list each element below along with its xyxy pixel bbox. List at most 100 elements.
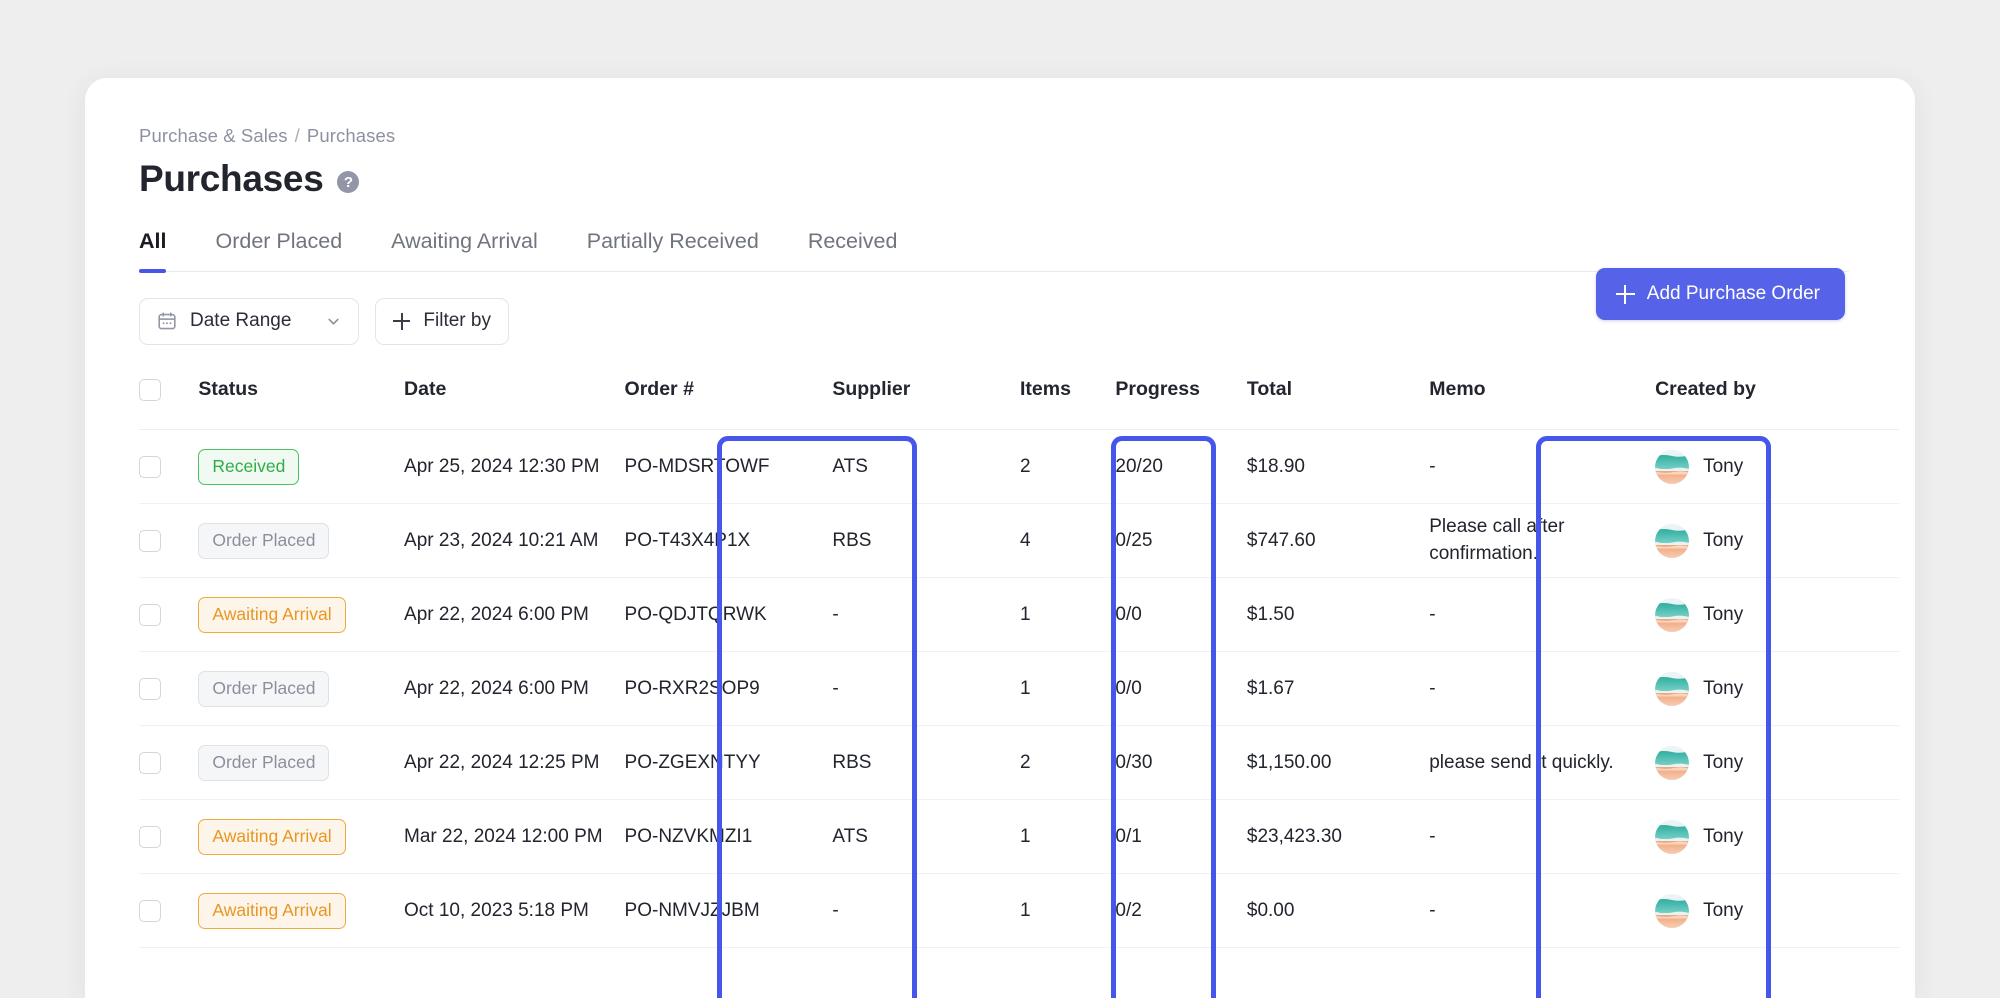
beach-avatar-image [1655, 524, 1689, 558]
author-name: Tony [1703, 900, 1743, 922]
cell-supplier: - [832, 652, 1020, 726]
table-row[interactable]: Order PlacedApr 22, 2024 12:25 PMPO-ZGEX… [139, 726, 1899, 800]
cell-memo: - [1429, 578, 1655, 652]
page-title: Purchases [139, 160, 323, 199]
cell-total: $0.00 [1247, 874, 1429, 948]
cell-memo: - [1429, 652, 1655, 726]
cell-status: Awaiting Arrival [198, 874, 404, 948]
purchases-table: Status Date Order # Supplier Items Progr… [139, 372, 1899, 949]
chevron-down-icon [326, 314, 341, 329]
cell-memo: please send it quickly. [1429, 726, 1655, 800]
author: Tony [1655, 894, 1899, 928]
tab-awaiting-arrival[interactable]: Awaiting Arrival [391, 229, 538, 271]
cell-created-by: Tony [1655, 430, 1899, 504]
cell-memo: - [1429, 430, 1655, 504]
cell-date: Apr 22, 2024 6:00 PM [404, 578, 625, 652]
page-header: Purchases ? [139, 160, 1915, 199]
row-checkbox[interactable] [139, 826, 161, 848]
tab-order-placed[interactable]: Order Placed [215, 229, 342, 271]
header-date[interactable]: Date [404, 372, 625, 430]
row-select-cell [139, 430, 198, 504]
cell-supplier: RBS [832, 504, 1020, 578]
cell-progress: 0/30 [1115, 726, 1246, 800]
cell-date: Mar 22, 2024 12:00 PM [404, 800, 625, 874]
cell-status: Order Placed [198, 726, 404, 800]
cell-items: 1 [1020, 800, 1115, 874]
author: Tony [1655, 820, 1899, 854]
status-badge: Order Placed [198, 745, 329, 781]
cell-date: Oct 10, 2023 5:18 PM [404, 874, 625, 948]
avatar [1655, 524, 1689, 558]
cell-progress: 0/2 [1115, 874, 1246, 948]
breadcrumb-current[interactable]: Purchases [307, 125, 395, 146]
cell-status: Order Placed [198, 652, 404, 726]
tab-received-label: Received [808, 229, 898, 253]
cell-order[interactable]: PO-T43X4P1X [625, 504, 833, 578]
breadcrumb-separator: / [295, 125, 300, 146]
status-badge: Awaiting Arrival [198, 597, 345, 633]
tab-all[interactable]: All [139, 229, 166, 271]
status-tabs: All Order Placed Awaiting Arrival Partia… [139, 229, 1849, 272]
table-body: ReceivedApr 25, 2024 12:30 PMPO-MDSRTOWF… [139, 430, 1899, 948]
row-checkbox[interactable] [139, 456, 161, 478]
row-checkbox[interactable] [139, 604, 161, 626]
date-range-label: Date Range [190, 310, 291, 332]
header-progress[interactable]: Progress [1115, 372, 1246, 430]
date-range-button[interactable]: Date Range [139, 298, 359, 345]
table-row[interactable]: Order PlacedApr 22, 2024 6:00 PMPO-RXR2S… [139, 652, 1899, 726]
header-order[interactable]: Order # [625, 372, 833, 430]
table-row[interactable]: Awaiting Arrival Apr 22, 2024 6:00 PMPO-Q… [139, 578, 1899, 652]
filter-by-label: Filter by [423, 310, 491, 332]
table-row[interactable]: Awaiting Arrival Oct 10, 2023 5:18 PMPO-N… [139, 874, 1899, 948]
cell-total: $23,423.30 [1247, 800, 1429, 874]
header-supplier[interactable]: Supplier [832, 372, 1020, 430]
question-mark-icon[interactable]: ? [337, 171, 359, 193]
cell-order[interactable]: PO-ZGEXNTYY [625, 726, 833, 800]
cell-date: Apr 23, 2024 10:21 AM [404, 504, 625, 578]
cell-items: 2 [1020, 726, 1115, 800]
header-status[interactable]: Status [198, 372, 404, 430]
add-purchase-order-button[interactable]: Add Purchase Order [1596, 268, 1845, 320]
row-checkbox[interactable] [139, 752, 161, 774]
cell-order[interactable]: PO-NZVKMZI1 [625, 800, 833, 874]
cell-progress: 0/0 [1115, 578, 1246, 652]
tab-order-placed-label: Order Placed [215, 229, 342, 253]
cell-status: Awaiting Arrival [198, 800, 404, 874]
author-name: Tony [1703, 456, 1743, 478]
header-total[interactable]: Total [1247, 372, 1429, 430]
row-checkbox[interactable] [139, 678, 161, 700]
header-created-by[interactable]: Created by [1655, 372, 1899, 430]
add-purchase-order-label: Add Purchase Order [1647, 283, 1820, 305]
cell-created-by: Tony [1655, 874, 1899, 948]
cell-supplier: - [832, 874, 1020, 948]
cell-progress: 0/1 [1115, 800, 1246, 874]
cell-order[interactable]: PO-MDSRTOWF [625, 430, 833, 504]
cell-order[interactable]: PO-QDJTQRWK [625, 578, 833, 652]
table-row[interactable]: Awaiting ArrivalMar 22, 2024 12:00 PMPO-… [139, 800, 1899, 874]
cell-order[interactable]: PO-RXR2SOP9 [625, 652, 833, 726]
filter-by-button[interactable]: Filter by [375, 298, 509, 345]
select-all-checkbox[interactable] [139, 379, 161, 401]
avatar [1655, 598, 1689, 632]
plus-icon [1616, 285, 1635, 304]
cell-order[interactable]: PO-NMVJZJBM [625, 874, 833, 948]
row-checkbox[interactable] [139, 530, 161, 552]
tab-received[interactable]: Received [808, 229, 898, 271]
table-row[interactable]: Order PlacedApr 23, 2024 10:21 AMPO-T43X… [139, 504, 1899, 578]
cell-items: 1 [1020, 578, 1115, 652]
header-items[interactable]: Items [1020, 372, 1115, 430]
header-memo[interactable]: Memo [1429, 372, 1655, 430]
cell-supplier: - [832, 578, 1020, 652]
tab-partially-received[interactable]: Partially Received [587, 229, 759, 271]
row-select-cell [139, 874, 198, 948]
calendar-icon [157, 311, 177, 331]
breadcrumb-parent[interactable]: Purchase & Sales [139, 125, 288, 146]
status-badge: Awaiting Arrival [198, 893, 345, 929]
cell-created-by: Tony [1655, 578, 1899, 652]
cell-memo: - [1429, 800, 1655, 874]
cell-total: $18.90 [1247, 430, 1429, 504]
author-name: Tony [1703, 752, 1743, 774]
table-row[interactable]: ReceivedApr 25, 2024 12:30 PMPO-MDSRTOWF… [139, 430, 1899, 504]
row-checkbox[interactable] [139, 900, 161, 922]
status-badge: Received [198, 449, 299, 485]
